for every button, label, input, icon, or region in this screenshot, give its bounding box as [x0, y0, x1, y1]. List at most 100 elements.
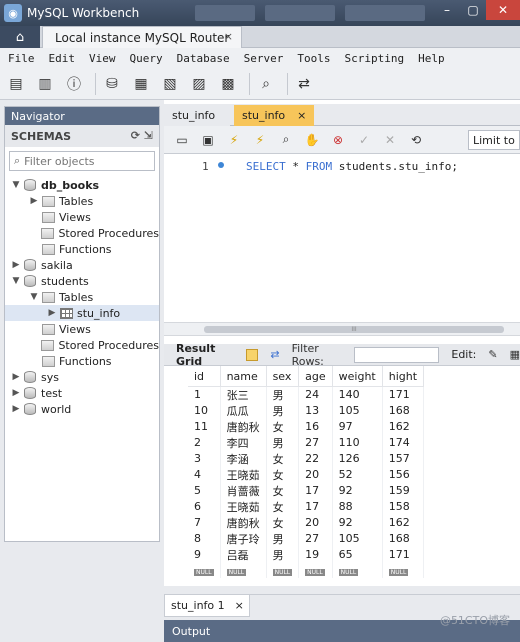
cell-name[interactable]: 唐子玲: [220, 530, 267, 547]
column-header-hight[interactable]: hight: [382, 366, 425, 387]
filter-rows-input[interactable]: [353, 346, 440, 363]
home-tab[interactable]: ⌂: [0, 26, 40, 48]
cell-hight[interactable]: 159: [382, 482, 425, 499]
toggle-stop-on-error-icon[interactable]: ⊗: [328, 130, 348, 150]
limit-rows-select[interactable]: Limit to 10: [468, 130, 520, 150]
add-row-icon[interactable]: ▦: [510, 348, 520, 361]
null-cell[interactable]: NULL: [298, 562, 333, 578]
save-script-icon[interactable]: ▣: [198, 130, 218, 150]
menu-database[interactable]: Database: [177, 52, 230, 65]
collapsed-arrow-icon[interactable]: ▶: [11, 404, 21, 414]
cell-hight[interactable]: 168: [382, 402, 425, 419]
tree-node-functions[interactable]: Functions: [5, 353, 159, 369]
cell-weight[interactable]: 88: [332, 498, 383, 515]
cell-id[interactable]: 10: [188, 402, 221, 419]
table-row[interactable]: 8 唐子玲男 27 105 168: [188, 530, 425, 547]
query-tab-stu-info-active[interactable]: stu_info ×: [234, 105, 314, 126]
cell-age[interactable]: 27: [298, 434, 333, 451]
tree-node-functions[interactable]: Functions: [5, 241, 159, 257]
cell-weight[interactable]: 65: [332, 546, 383, 563]
column-header-id[interactable]: id: [188, 366, 221, 387]
menu-scripting[interactable]: Scripting: [344, 52, 404, 65]
table-row[interactable]: 9 吕磊男 19 65 171: [188, 546, 425, 563]
column-header-sex[interactable]: sex: [266, 366, 300, 387]
close-window-icon[interactable]: ✕: [486, 0, 520, 20]
cell-hight[interactable]: 174: [382, 434, 425, 451]
cell-weight[interactable]: 52: [332, 466, 383, 483]
cell-hight[interactable]: 162: [382, 514, 425, 531]
cell-id[interactable]: 1: [188, 386, 221, 403]
cell-id[interactable]: 9: [188, 546, 221, 563]
cell-hight[interactable]: 158: [382, 498, 425, 515]
cell-sex[interactable]: 男: [266, 530, 300, 547]
cell-name[interactable]: 李四: [220, 434, 267, 451]
tree-node-views[interactable]: Views: [5, 209, 159, 225]
collapsed-arrow-icon[interactable]: ▶: [11, 388, 21, 398]
filter-objects-input[interactable]: [24, 154, 145, 168]
cell-name[interactable]: 唐韵秋: [220, 514, 267, 531]
scrollbar-thumb[interactable]: III: [204, 326, 504, 333]
cell-weight[interactable]: 105: [332, 530, 383, 547]
collapsed-arrow-icon[interactable]: ▶: [47, 308, 57, 318]
cell-id[interactable]: 5: [188, 482, 221, 499]
maximize-icon[interactable]: ▢: [460, 0, 486, 20]
cell-name[interactable]: 瓜瓜: [220, 402, 267, 419]
create-procedure-icon[interactable]: ▨: [187, 72, 211, 96]
cell-name[interactable]: 王晓茹: [220, 498, 267, 515]
collapsed-arrow-icon[interactable]: ▶: [29, 196, 39, 206]
new-row-placeholder[interactable]: NULL NULL NULL NULL NULL NULL: [188, 562, 425, 578]
collapsed-arrow-icon[interactable]: ▶: [11, 372, 21, 382]
cell-name[interactable]: 唐韵秋: [220, 418, 267, 435]
editor-horizontal-scrollbar[interactable]: III: [164, 322, 520, 336]
menu-help[interactable]: Help: [418, 52, 445, 65]
cell-id[interactable]: 7: [188, 514, 221, 531]
column-header-name[interactable]: name: [220, 366, 267, 387]
cell-id[interactable]: 4: [188, 466, 221, 483]
autocommit-icon[interactable]: ⟲: [406, 130, 426, 150]
table-row[interactable]: 2 李四男 27 110 174: [188, 434, 425, 451]
sql-editor[interactable]: 1 SELECT * FROM students.stu_info;: [164, 154, 520, 314]
cell-weight[interactable]: 92: [332, 482, 383, 499]
table-row[interactable]: 5 肖蔷薇女 17 92 159: [188, 482, 425, 499]
table-row[interactable]: 3 李涵女 22 126 157: [188, 450, 425, 467]
cell-age[interactable]: 20: [298, 514, 333, 531]
table-row[interactable]: 1 张三男 24 140 171: [188, 386, 425, 403]
tree-node-stored-procedures[interactable]: Stored Procedures: [5, 337, 159, 353]
cell-sex[interactable]: 女: [266, 466, 300, 483]
cell-age[interactable]: 13: [298, 402, 333, 419]
menu-tools[interactable]: Tools: [297, 52, 330, 65]
cell-hight[interactable]: 162: [382, 418, 425, 435]
refresh-icon[interactable]: ⇄: [270, 348, 279, 361]
menu-server[interactable]: Server: [244, 52, 284, 65]
tree-node-sakila[interactable]: ▶ sakila: [5, 257, 159, 273]
cell-age[interactable]: 20: [298, 466, 333, 483]
expanded-arrow-icon[interactable]: ▼: [11, 180, 21, 190]
menu-edit[interactable]: Edit: [49, 52, 76, 65]
tree-node-stu-info[interactable]: ▶ stu_info: [5, 305, 159, 321]
filter-objects-box[interactable]: ⌕: [9, 151, 155, 171]
connection-tab[interactable]: Local instance MySQL Router ×: [42, 26, 242, 48]
null-cell[interactable]: NULL: [188, 562, 221, 578]
sql-code-line[interactable]: SELECT * FROM students.stu_info;: [246, 160, 458, 173]
tree-node-test[interactable]: ▶ test: [5, 385, 159, 401]
tree-node-tables[interactable]: ▼ Tables: [5, 289, 159, 305]
tree-node-world[interactable]: ▶ world: [5, 401, 159, 417]
cell-id[interactable]: 2: [188, 434, 221, 451]
cell-age[interactable]: 19: [298, 546, 333, 563]
column-header-weight[interactable]: weight: [332, 366, 383, 387]
cell-id[interactable]: 6: [188, 498, 221, 515]
null-cell[interactable]: NULL: [266, 562, 300, 578]
execute-current-statement-icon[interactable]: ⚡: [250, 130, 270, 150]
explain-icon[interactable]: ⌕: [276, 130, 296, 150]
result-tab[interactable]: stu_info 1 ×: [164, 595, 250, 617]
tree-node-students[interactable]: ▼ students: [5, 273, 159, 289]
execute-icon[interactable]: ⚡: [224, 130, 244, 150]
cell-sex[interactable]: 男: [266, 386, 300, 403]
tree-node-stored-procedures[interactable]: Stored Procedures: [5, 225, 159, 241]
cell-age[interactable]: 27: [298, 530, 333, 547]
cell-sex[interactable]: 男: [266, 546, 300, 563]
null-cell[interactable]: NULL: [332, 562, 383, 578]
cell-name[interactable]: 王晓茹: [220, 466, 267, 483]
refresh-schemas-icon[interactable]: ⟳ ⇲: [131, 129, 153, 142]
minimize-icon[interactable]: –: [434, 0, 460, 20]
